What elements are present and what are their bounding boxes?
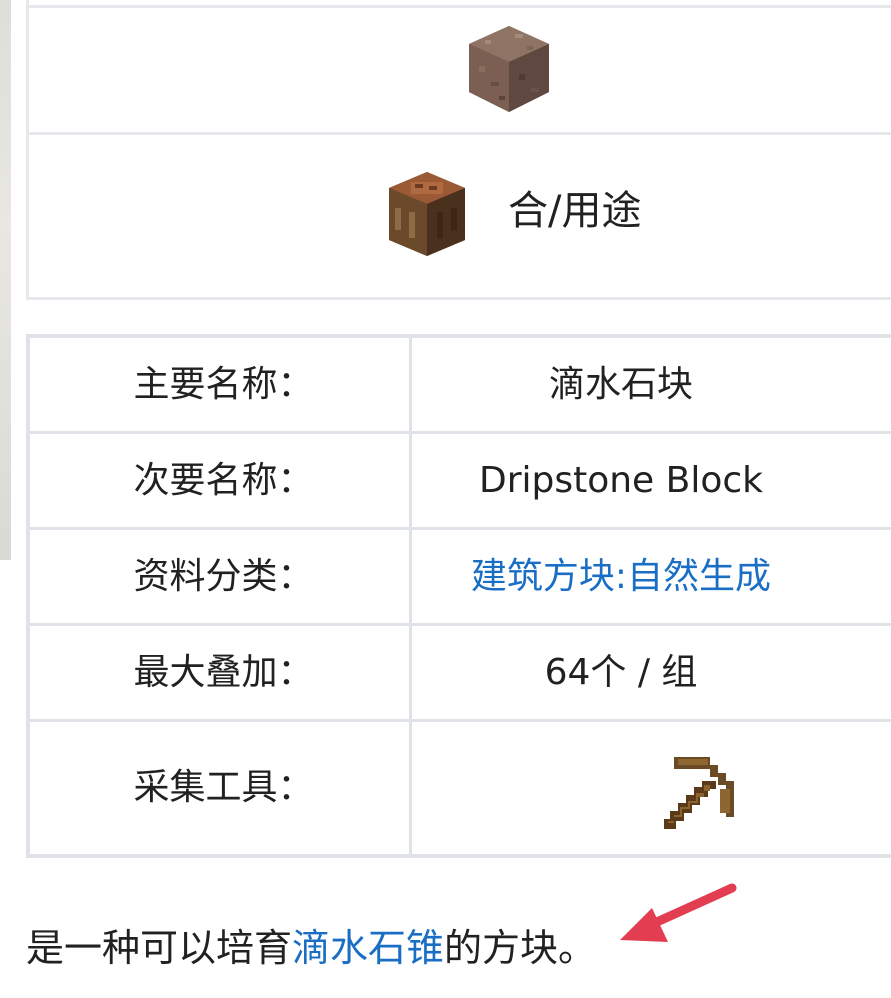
description-prefix: 是一种可以培育: [26, 926, 293, 970]
row-key-tool: 采集工具：: [30, 722, 412, 854]
row-key-max-stack: 最大叠加：: [30, 626, 412, 719]
table-row: 资料分类： 建筑方块:自然生成: [30, 530, 891, 626]
row-key-secondary-name: 次要名称：: [30, 434, 412, 527]
wooden-pickaxe-icon[interactable]: [660, 753, 744, 833]
table-row: 主要名称： 滴水石块: [30, 338, 891, 434]
row-key-primary-name: 主要名称：: [30, 338, 412, 431]
block-image-row: [26, 5, 891, 135]
crafting-usage-link[interactable]: 合/用途: [508, 183, 641, 239]
dripstone-block-icon: [469, 26, 549, 112]
row-value-secondary-name: Dripstone Block: [478, 460, 764, 501]
table-row: 最大叠加： 64个 / 组: [30, 626, 891, 722]
row-value-tool: [412, 722, 891, 854]
red-arrow-icon: [620, 883, 737, 942]
page: 合/用途 主要名称： 滴水石块 次要名称： Dripstone Block 资料…: [0, 0, 891, 998]
row-value-primary-name: 滴水石块: [548, 364, 693, 405]
dripstone-link[interactable]: 滴水石锥: [292, 926, 444, 970]
row-key-category: 资料分类：: [30, 530, 412, 623]
crafting-table-icon: [389, 172, 465, 256]
table-row: 采集工具：: [30, 722, 891, 854]
description-text: 是一种可以培育滴水石锥的方块。: [26, 920, 596, 976]
table-row: 次要名称： Dripstone Block: [30, 434, 891, 530]
category-link[interactable]: 建筑方块:自然生成: [412, 530, 891, 623]
background-edge: [0, 0, 11, 560]
row-value-max-stack: 64个 / 组: [544, 652, 698, 693]
description-suffix: 的方块。: [444, 926, 597, 970]
